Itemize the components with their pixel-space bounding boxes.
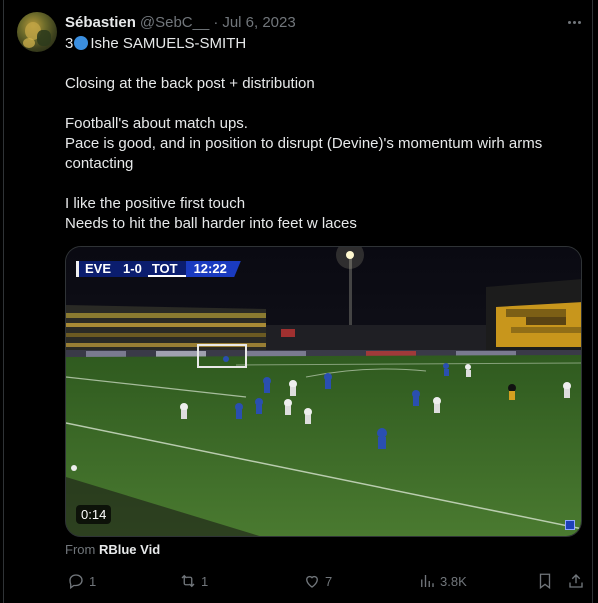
- away-team: TOT: [147, 261, 186, 277]
- tweet-line: Pace is good, and in position to disrupt…: [65, 135, 543, 152]
- match-clock: 12:22: [185, 261, 241, 277]
- broadcaster-logo-icon: [565, 520, 575, 530]
- like-count: 7: [325, 573, 333, 589]
- share-button[interactable]: [567, 570, 585, 592]
- tweet-line: [65, 94, 575, 114]
- blue-circle-emoji: [74, 36, 89, 50]
- bookmark-button[interactable]: [536, 570, 554, 592]
- tweet-date[interactable]: Jul 6, 2023: [222, 14, 295, 31]
- reply-icon: [69, 574, 83, 590]
- source-prefix: From: [65, 542, 96, 557]
- repost-count: 1: [201, 573, 209, 589]
- author-name[interactable]: Sébastien: [65, 14, 136, 31]
- like-button[interactable]: 7: [303, 570, 332, 592]
- view-count: 3.8K: [440, 573, 467, 589]
- more-options-icon[interactable]: [564, 12, 584, 32]
- video-frame: [66, 247, 581, 536]
- heart-icon: [306, 575, 318, 588]
- match-score: 1-0: [117, 261, 148, 277]
- author-handle[interactable]: @SebC__: [140, 14, 209, 31]
- home-team: EVE: [76, 261, 118, 277]
- tweet-line: 3 Ishe SAMUELS-SMITH: [65, 34, 575, 54]
- action-bar: 1 1 7 3.8K: [65, 570, 585, 592]
- share-icon: [569, 574, 583, 588]
- tweet-line: Needs to hit the ball harder into feet w…: [65, 215, 357, 232]
- source-account-link[interactable]: RBlue Vid: [99, 542, 160, 557]
- tweet-line: Closing at the back post + distribution: [65, 75, 315, 92]
- video-source: From RBlue Vid: [65, 542, 160, 557]
- player-number: 3: [65, 35, 74, 52]
- bookmark-icon: [539, 573, 551, 590]
- tweet-header: Sébastien @SebC__ · Jul 6, 2023: [65, 12, 296, 32]
- views-button[interactable]: 3.8K: [418, 570, 467, 592]
- tweet-text: 3 Ishe SAMUELS-SMITH Closing at the back …: [65, 34, 575, 234]
- tweet-line: [65, 174, 575, 194]
- repost-icon: [181, 574, 195, 588]
- tweet-line: [65, 54, 575, 74]
- tweet-line: Football's about match ups.: [65, 115, 248, 132]
- tweet-line: contacting: [65, 155, 134, 172]
- video-duration: 0:14: [76, 505, 112, 524]
- analytics-icon: [421, 575, 434, 587]
- player-name: Ishe SAMUELS-SMITH: [90, 35, 247, 52]
- tweet-line: I like the positive first touch: [65, 195, 246, 212]
- avatar[interactable]: [17, 12, 57, 52]
- tweet-card[interactable]: Sébastien @SebC__ · Jul 6, 2023 3 Ishe SA…: [4, 0, 592, 603]
- video-player[interactable]: EVE 1-0 TOT 12:22 0:14: [65, 246, 582, 537]
- reply-count: 1: [89, 573, 97, 589]
- timeline-border-right: [592, 0, 593, 603]
- scoreboard: EVE 1-0 TOT 12:22: [76, 261, 241, 277]
- separator: ·: [213, 13, 219, 31]
- repost-button[interactable]: 1: [179, 570, 208, 592]
- reply-button[interactable]: 1: [67, 570, 96, 592]
